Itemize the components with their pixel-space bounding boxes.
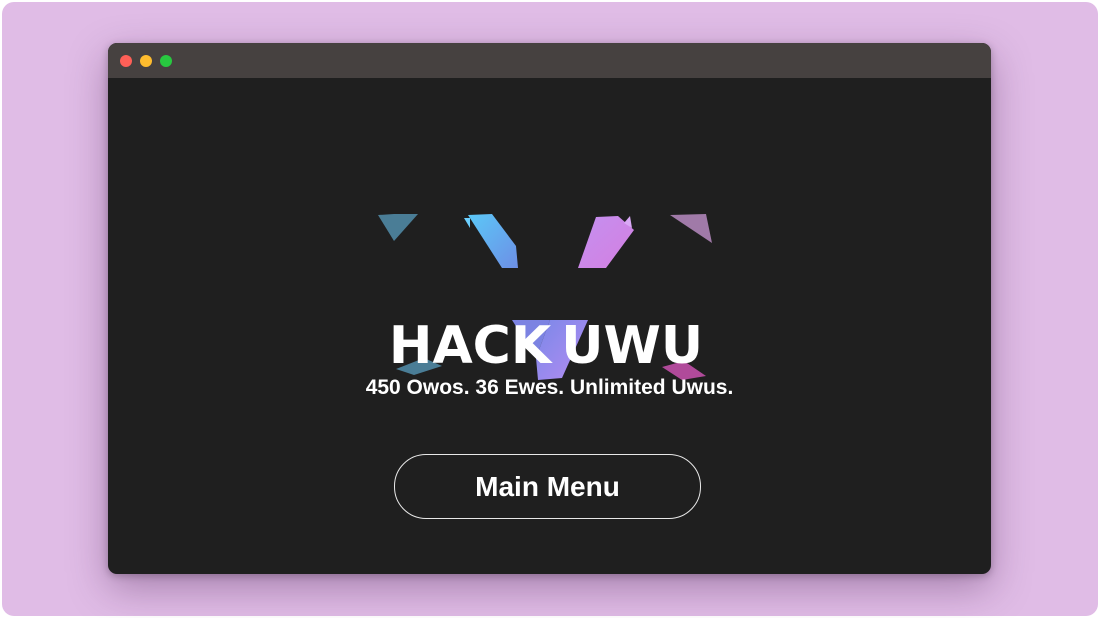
shard-teal-top-icon bbox=[378, 214, 418, 241]
main-menu-button[interactable]: Main Menu bbox=[394, 454, 701, 519]
maximize-window-button[interactable] bbox=[160, 55, 172, 67]
app-window: HACK UWU 450 Owos. 36 Ewes. Unlimited Uw… bbox=[108, 43, 991, 574]
close-window-button[interactable] bbox=[120, 55, 132, 67]
app-content: HACK UWU 450 Owos. 36 Ewes. Unlimited Uw… bbox=[108, 78, 991, 574]
slash-blue-icon bbox=[468, 214, 518, 268]
tagline: 450 Owos. 36 Ewes. Unlimited Uwus. bbox=[365, 376, 734, 399]
brand-wordmark: HACK UWU bbox=[388, 316, 704, 376]
minimize-window-button[interactable] bbox=[140, 55, 152, 67]
shard-mauve-top-icon bbox=[670, 214, 712, 243]
hackuwu-logo: HACK UWU bbox=[366, 168, 726, 383]
window-titlebar bbox=[108, 43, 991, 78]
